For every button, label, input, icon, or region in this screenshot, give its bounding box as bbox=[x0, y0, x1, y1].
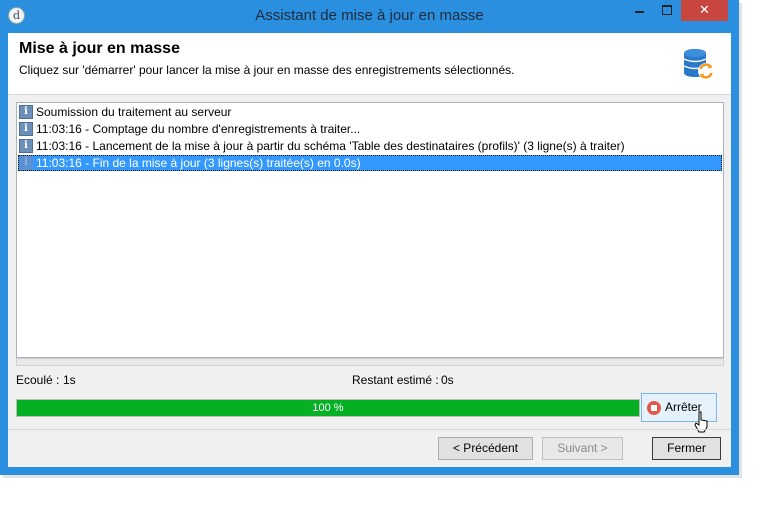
log-entry[interactable]: i Soumission du traitement au serveur bbox=[18, 104, 722, 120]
wizard-header: Mise à jour en masse Cliquez sur 'démarr… bbox=[8, 33, 731, 95]
database-refresh-icon bbox=[683, 49, 714, 79]
log-entry-selected[interactable]: i 11:03:16 - Fin de la mise à jour (3 li… bbox=[18, 155, 722, 171]
info-icon: i bbox=[19, 105, 33, 119]
progress-bar: 100 % bbox=[16, 399, 640, 417]
info-icon: i bbox=[19, 139, 33, 153]
info-icon: i bbox=[19, 122, 33, 136]
log-entry-text: Soumission du traitement au serveur bbox=[36, 105, 232, 119]
horizontal-scrollbar[interactable] bbox=[16, 358, 724, 366]
info-icon: i bbox=[19, 156, 33, 170]
log-entry-text: 11:03:16 - Fin de la mise à jour (3 lign… bbox=[36, 156, 361, 170]
wizard-window: d Assistant de mise à jour en masse ✕ Mi… bbox=[0, 0, 739, 475]
elapsed-label: Ecoulé : bbox=[16, 373, 60, 387]
page-title: Mise à jour en masse bbox=[19, 40, 180, 57]
elapsed-value: 1s bbox=[63, 373, 76, 387]
close-wizard-button[interactable]: Fermer bbox=[652, 437, 721, 460]
log-entry-text: 11:03:16 - Comptage du nombre d'enregist… bbox=[36, 122, 361, 136]
log-entry[interactable]: i 11:03:16 - Lancement de la mise à jour… bbox=[18, 138, 722, 154]
maximize-button[interactable] bbox=[654, 0, 680, 21]
window-shadow-bottom bbox=[3, 475, 742, 478]
close-button[interactable]: ✕ bbox=[681, 0, 728, 21]
page-subtitle: Cliquez sur 'démarrer' pour lancer la mi… bbox=[19, 63, 515, 77]
previous-button[interactable]: < Précédent bbox=[438, 437, 533, 460]
remaining-value: 0s bbox=[441, 373, 454, 387]
log-entry[interactable]: i 11:03:16 - Comptage du nombre d'enregi… bbox=[18, 121, 722, 137]
progress-text: 100 % bbox=[312, 402, 344, 414]
window-shadow-right bbox=[739, 3, 742, 475]
wizard-client-area: Mise à jour en masse Cliquez sur 'démarr… bbox=[8, 33, 731, 467]
log-entry-text: 11:03:16 - Lancement de la mise à jour à… bbox=[36, 139, 625, 153]
stop-icon bbox=[647, 401, 661, 415]
log-list[interactable]: i Soumission du traitement au serveur i … bbox=[16, 102, 724, 358]
footer-separator bbox=[8, 429, 731, 430]
remaining-label: Restant estimé : bbox=[352, 373, 439, 387]
next-button[interactable]: Suivant > bbox=[542, 437, 623, 460]
title-bar[interactable]: d Assistant de mise à jour en masse ✕ bbox=[0, 0, 739, 33]
minimize-button[interactable] bbox=[626, 0, 653, 21]
